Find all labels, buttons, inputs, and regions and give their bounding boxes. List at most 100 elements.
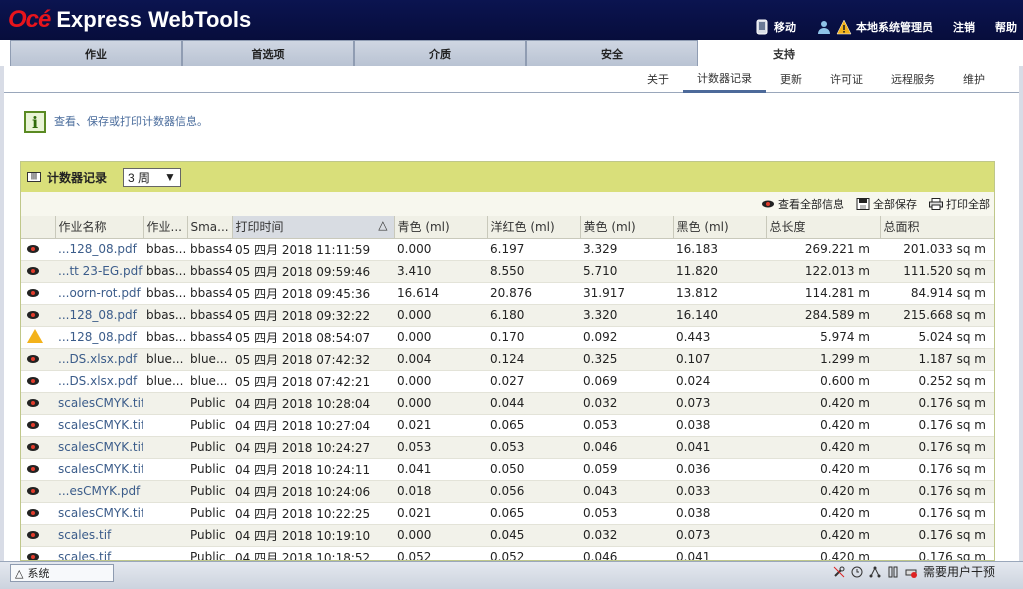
col-black[interactable]: 黑色 (ml) (673, 216, 767, 239)
cell-smartinbox: Public (187, 392, 232, 415)
table-row[interactable]: ...128_08.pdf bbas... bbass4 05 四月 2018 08:… (21, 326, 994, 349)
attention-label[interactable]: 需要用户干预 (923, 563, 995, 580)
subtab-license[interactable]: 许可证 (816, 66, 877, 92)
cell-job-name: scalesCMYK.tif (55, 436, 143, 459)
eye-icon[interactable] (27, 487, 39, 495)
subtab-counter-log[interactable]: 计数器记录 (683, 66, 766, 93)
eye-icon[interactable] (27, 355, 39, 363)
cell-cyan: 0.000 (394, 304, 487, 327)
eye-icon[interactable] (27, 311, 39, 319)
table-row[interactable]: ...DS.xlsx.pdf blue... blue... 05 四月 2018 0… (21, 348, 994, 371)
table-row[interactable]: scales.tif Public 04 四月 2018 10:19:10 0.000… (21, 524, 994, 547)
row-status-cell[interactable] (21, 348, 55, 371)
cell-black: 0.033 (673, 480, 766, 503)
cell-print-time: 05 四月 2018 11:11:59 (232, 238, 394, 261)
logout-link[interactable]: 注销 (953, 19, 975, 35)
table-row[interactable]: scales.tif Public 04 四月 2018 10:18:52 0.052… (21, 546, 994, 560)
row-status-cell[interactable] (21, 326, 55, 349)
table-row[interactable]: scalesCMYK.tif Public 04 四月 2018 10:22:25 0… (21, 502, 994, 525)
row-status-cell[interactable] (21, 282, 55, 305)
row-status-cell[interactable] (21, 524, 55, 547)
row-status-cell[interactable] (21, 238, 55, 261)
tab-jobs[interactable]: 作业 (10, 40, 182, 66)
table-row[interactable]: ...tt 23-EG.pdf bbas... bbass4 05 四月 2018 0… (21, 260, 994, 283)
eye-icon[interactable] (27, 289, 39, 297)
table-row[interactable]: ...DS.xlsx.pdf blue... blue... 05 四月 2018 0… (21, 370, 994, 393)
cell-total-area: 84.914 sq m (880, 282, 994, 305)
row-status-cell[interactable] (21, 370, 55, 393)
tab-preferences[interactable]: 首选项 (182, 40, 354, 66)
table-row[interactable]: scalesCMYK.tif Public 04 四月 2018 10:27:04 0… (21, 414, 994, 437)
cell-magenta: 20.876 (487, 282, 580, 305)
col-total-area[interactable]: 总面积 (880, 216, 994, 239)
eye-icon[interactable] (27, 531, 39, 539)
cell-black: 16.183 (673, 238, 766, 261)
cell-total-area: 1.187 sq m (880, 348, 994, 371)
col-job-owner[interactable]: 作业... (143, 216, 188, 239)
col-cyan[interactable]: 青色 (ml) (394, 216, 488, 239)
user-menu[interactable]: 本地系统管理员 (816, 19, 933, 35)
table-row[interactable]: scalesCMYK.tif Public 04 四月 2018 10:24:27 0… (21, 436, 994, 459)
panel-title: 计数器记录 (47, 170, 108, 185)
eye-icon[interactable] (27, 245, 39, 253)
row-status-cell[interactable] (21, 502, 55, 525)
mobile-icon (756, 19, 768, 35)
cell-total-area: 0.176 sq m (880, 414, 994, 437)
table-row[interactable]: scalesCMYK.tif Public 04 四月 2018 10:28:04 0… (21, 392, 994, 415)
row-status-cell[interactable] (21, 304, 55, 327)
col-yellow[interactable]: 黄色 (ml) (580, 216, 674, 239)
cell-total-length: 0.420 m (766, 524, 880, 547)
eye-icon[interactable] (27, 553, 39, 560)
save-all-button[interactable]: 全部保存 (856, 196, 917, 212)
subtab-about[interactable]: 关于 (633, 66, 683, 92)
print-all-button[interactable]: 打印全部 (929, 196, 990, 212)
cell-job-name: scalesCMYK.tif (55, 392, 143, 415)
product-name: Express WebTools (56, 7, 252, 32)
panel-toolbar: 查看全部信息 全部保存 打印全部 (21, 192, 994, 216)
eye-icon[interactable] (27, 465, 39, 473)
eye-icon[interactable] (27, 377, 39, 385)
tab-support[interactable]: 支持 (698, 40, 870, 66)
tab-security[interactable]: 安全 (526, 40, 698, 66)
table-row[interactable]: scalesCMYK.tif Public 04 四月 2018 10:24:11 0… (21, 458, 994, 481)
table-row[interactable]: ...esCMYK.pdf Public 04 四月 2018 10:24:06 0.… (21, 480, 994, 503)
col-smartinbox[interactable]: Sma... (187, 216, 233, 239)
row-status-cell[interactable] (21, 480, 55, 503)
col-magenta[interactable]: 洋红色 (ml) (487, 216, 581, 239)
row-status-cell[interactable] (21, 436, 55, 459)
cell-cyan: 0.000 (394, 392, 487, 415)
row-status-cell[interactable] (21, 392, 55, 415)
period-select[interactable]: 3 周 ▼ (123, 167, 181, 187)
col-print-time[interactable]: 打印时间 △ (232, 216, 395, 239)
cell-magenta: 0.053 (487, 436, 580, 459)
warning-icon[interactable] (27, 328, 43, 343)
system-button[interactable]: △ 系统 (10, 564, 114, 582)
warning-icon (836, 19, 852, 35)
cell-magenta: 0.045 (487, 524, 580, 547)
cell-job-owner (143, 436, 187, 459)
help-link[interactable]: 帮助 (995, 19, 1017, 35)
row-status-cell[interactable] (21, 458, 55, 481)
col-total-length[interactable]: 总长度 (766, 216, 881, 239)
row-status-cell[interactable] (21, 260, 55, 283)
table-row[interactable]: ...oorn-rot.pdf bbas... bbass4 05 四月 2018 0… (21, 282, 994, 305)
table-row[interactable]: ...128_08.pdf bbas... bbass4 05 四月 2018 09:… (21, 304, 994, 327)
eye-icon[interactable] (27, 267, 39, 275)
mobile-link[interactable]: 移动 (754, 19, 796, 35)
save-icon (856, 198, 870, 210)
subtab-remote-service[interactable]: 远程服务 (877, 66, 949, 92)
print-all-label: 打印全部 (946, 199, 990, 211)
tab-media[interactable]: 介质 (354, 40, 526, 66)
col-job-name[interactable]: 作业名称 (55, 216, 144, 239)
status-indicators: 需要用户干预 (833, 563, 995, 580)
eye-icon[interactable] (27, 509, 39, 517)
subtab-update[interactable]: 更新 (766, 66, 816, 92)
subtab-maintenance[interactable]: 维护 (949, 66, 999, 92)
table-row[interactable]: ...128_08.pdf bbas... bbass4 05 四月 2018 11:… (21, 238, 994, 261)
row-status-cell[interactable] (21, 414, 55, 437)
row-status-cell[interactable] (21, 546, 55, 560)
view-all-button[interactable]: 查看全部信息 (761, 196, 844, 212)
eye-icon[interactable] (27, 421, 39, 429)
eye-icon[interactable] (27, 443, 39, 451)
eye-icon[interactable] (27, 399, 39, 407)
